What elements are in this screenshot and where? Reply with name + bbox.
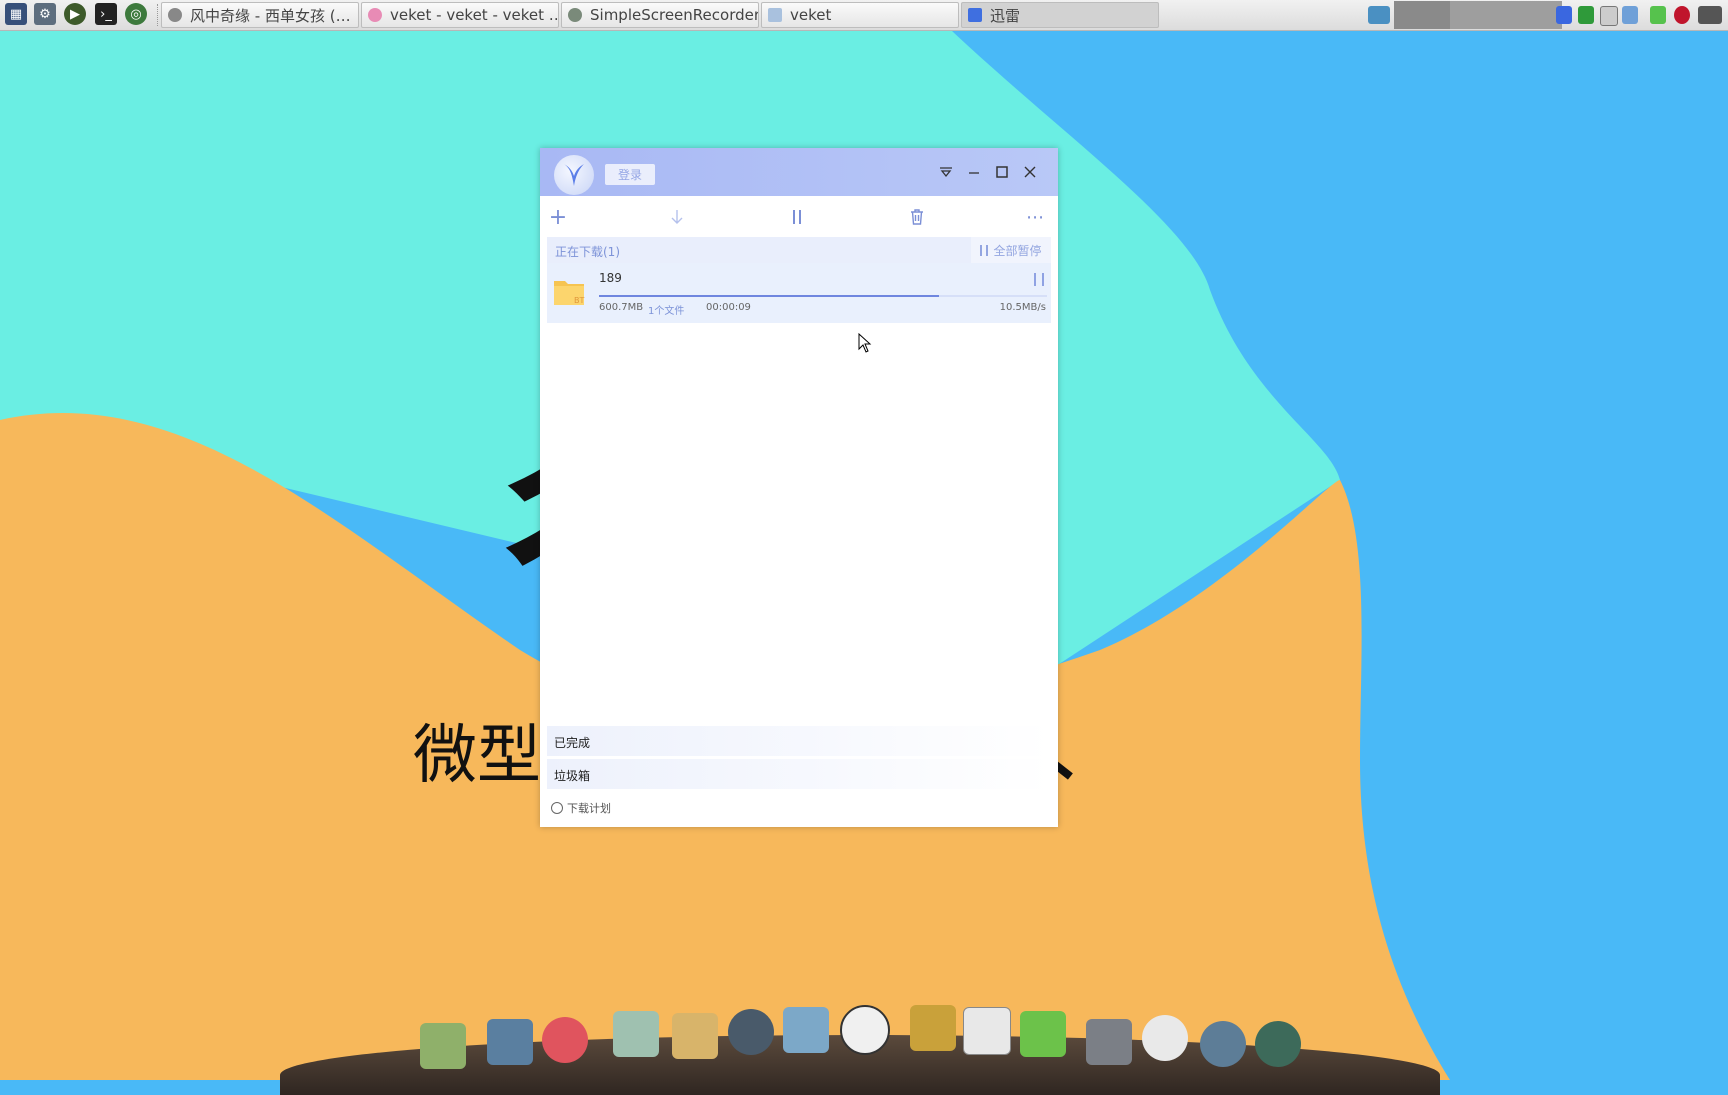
globe-icon[interactable]: [1200, 1021, 1246, 1067]
taskbar-task-recorder[interactable]: SimpleScreenRecorder: [561, 2, 759, 28]
taskbar-task-browser[interactable]: veket - veket - veket …: [361, 2, 559, 28]
paint-icon[interactable]: [672, 1013, 718, 1059]
shield-icon[interactable]: [1578, 6, 1594, 24]
audio-player-icon[interactable]: [728, 1009, 774, 1055]
display-icon[interactable]: [1368, 6, 1390, 24]
trash-section-label: 垃圾箱: [554, 769, 591, 783]
start-download-button[interactable]: [664, 204, 690, 230]
screen-recorder-icon: [568, 8, 582, 22]
music-player-icon: [168, 8, 182, 22]
bt-folder-icon: BT: [554, 281, 584, 305]
record-icon[interactable]: [1674, 6, 1690, 24]
task-pause-button[interactable]: [1034, 273, 1044, 286]
add-task-button[interactable]: +: [545, 204, 571, 230]
task-label: SimpleScreenRecorder: [590, 6, 759, 24]
minimize-button[interactable]: [963, 161, 985, 183]
drive-icon[interactable]: [1086, 1019, 1132, 1065]
media-play-icon[interactable]: ▶: [64, 3, 86, 25]
browser-icon: [368, 8, 382, 22]
taskbar-separator: [157, 4, 160, 26]
workspace-3[interactable]: [1506, 1, 1562, 29]
system-monitor-icon[interactable]: ▦: [5, 3, 27, 25]
clock-icon: [551, 802, 563, 814]
computer-icon[interactable]: [487, 1019, 533, 1065]
task-name: 189: [599, 271, 622, 285]
file-manager-icon[interactable]: [420, 1023, 466, 1069]
completed-section-label: 已完成: [554, 736, 591, 750]
download-schedule-button[interactable]: 下载计划: [551, 800, 611, 816]
pause-button[interactable]: [784, 204, 810, 230]
task-progress-bar: [599, 295, 1047, 297]
notebook-icon[interactable]: [910, 1005, 956, 1051]
taskbar-task-thunder[interactable]: 迅雷: [961, 2, 1159, 28]
taskbar-task-music[interactable]: 风中奇缘 - 西单女孩 (…: [161, 2, 359, 28]
thunder-bird-icon: [564, 164, 584, 186]
brightness-icon[interactable]: [1142, 1015, 1188, 1061]
download-task-row[interactable]: BT 189 600.7MB 1个文件 00:00:09 10.5MB/s: [547, 263, 1051, 323]
thunder-tray-icon[interactable]: [1556, 6, 1572, 24]
taskbar: ▦ ⚙ ▶ ›_ ◎ 风中奇缘 - 西单女孩 (… veket - veket …: [0, 0, 1728, 31]
pet-app-icon[interactable]: [542, 1017, 588, 1063]
task-label: 迅雷: [990, 6, 1021, 25]
more-button[interactable]: ⋯: [1022, 204, 1048, 230]
task-label: 风中奇缘 - 西单女孩 (…: [190, 6, 351, 25]
pause-icon: [980, 244, 989, 256]
folder-icon: [768, 8, 782, 22]
toolbar: + ⋯: [540, 196, 1058, 236]
terminal-icon[interactable]: ›_: [95, 3, 117, 25]
workspace-2[interactable]: [1450, 1, 1506, 29]
storage-icon[interactable]: [1650, 6, 1666, 24]
menu-dropdown-icon[interactable]: [935, 161, 957, 183]
download-arrow-icon: [671, 210, 683, 224]
thunder-logo[interactable]: [554, 155, 594, 195]
editor-icon[interactable]: [613, 1011, 659, 1057]
completed-section[interactable]: 已完成: [547, 726, 1051, 756]
mouse-cursor-icon: [858, 333, 872, 353]
user-network-icon[interactable]: [783, 1007, 829, 1053]
application-dock: [280, 1005, 1440, 1095]
trash-section[interactable]: 垃圾箱: [547, 759, 1051, 789]
keyboard-icon[interactable]: [1698, 6, 1722, 24]
pause-all-label: 全部暂停: [993, 243, 1042, 258]
downloading-section-label: 正在下载(1): [555, 245, 620, 259]
web-browser-icon[interactable]: ◎: [125, 3, 147, 25]
downloading-section-header[interactable]: 正在下载(1) 全部暂停: [547, 237, 1051, 263]
close-button[interactable]: [1019, 161, 1041, 183]
task-speed: 10.5MB/s: [999, 302, 1046, 313]
taskbar-task-folder[interactable]: veket: [761, 2, 959, 28]
task-progress-fill: [599, 295, 940, 297]
bt-badge: BT: [574, 296, 584, 305]
maximize-button[interactable]: [991, 161, 1013, 183]
camera-icon[interactable]: [1255, 1021, 1301, 1067]
workspace-1[interactable]: [1394, 1, 1450, 29]
shortcut-icon[interactable]: [1020, 1011, 1066, 1057]
thunder-window: 登录 + ⋯ 正在下载(1) 全部暂停 BT 189 600.7MB 1个文件 …: [540, 148, 1058, 827]
task-label: veket - veket - veket …: [390, 6, 559, 24]
task-size: 600.7MB: [599, 302, 644, 313]
trash-icon: [911, 209, 923, 225]
delete-button[interactable]: [904, 204, 930, 230]
settings-icon[interactable]: ⚙: [34, 3, 56, 25]
task-label: veket: [790, 6, 832, 24]
login-button[interactable]: 登录: [605, 164, 655, 185]
wallpaper-subtitle: 微型: [413, 719, 541, 793]
window-titlebar: 登录: [540, 148, 1058, 196]
pause-all-button[interactable]: 全部暂停: [971, 237, 1051, 263]
thunder-icon: [968, 8, 982, 22]
schedule-label: 下载计划: [567, 802, 611, 815]
network-icon[interactable]: [1622, 6, 1638, 24]
clipboard-icon[interactable]: [1600, 6, 1618, 26]
qq-penguin-icon[interactable]: [840, 1005, 890, 1055]
chart-app-icon[interactable]: [963, 1007, 1011, 1055]
pause-icon: [793, 210, 801, 224]
task-elapsed: 00:00:09: [706, 302, 751, 313]
task-files-link[interactable]: 1个文件: [648, 302, 684, 317]
